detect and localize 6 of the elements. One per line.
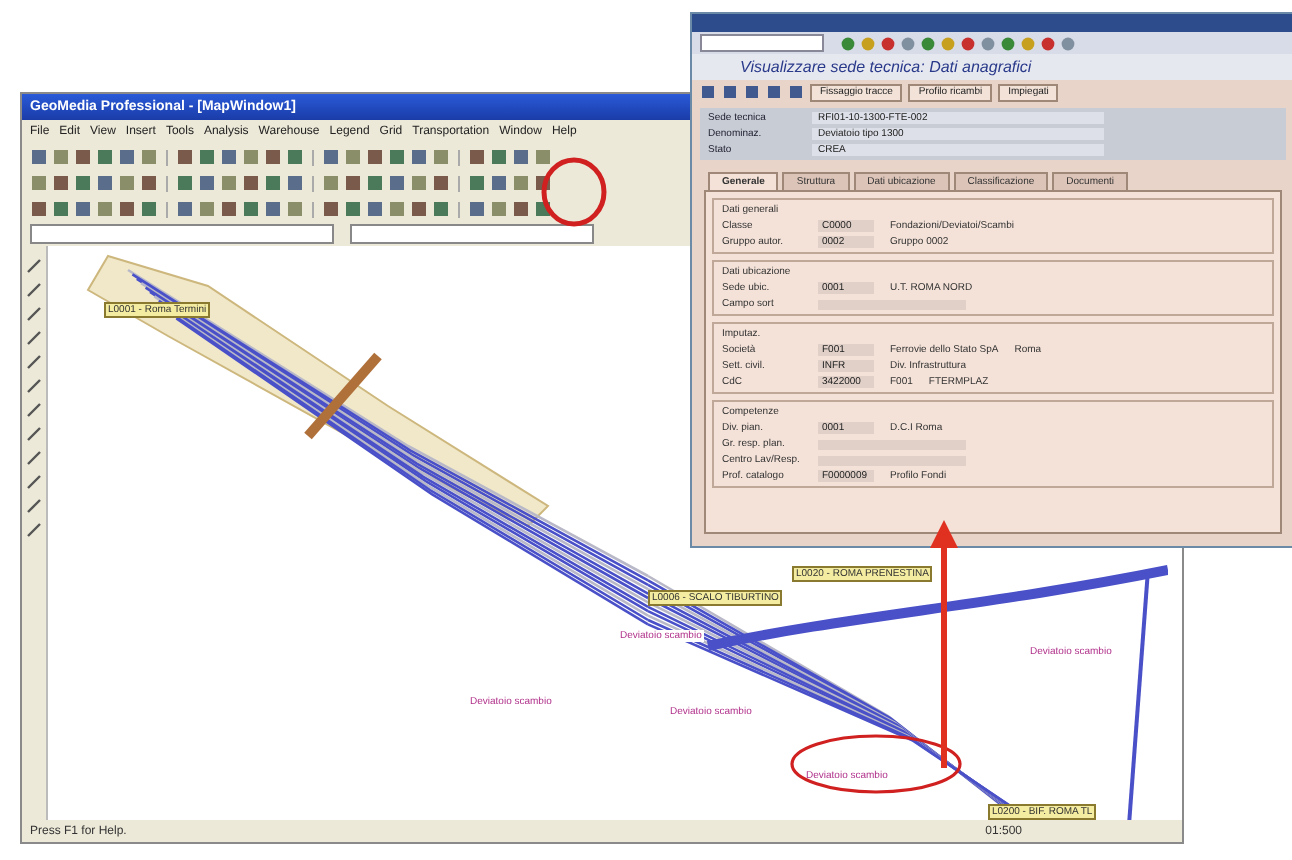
crossing-bar-drawing (304, 352, 382, 440)
coordinate-field[interactable] (350, 224, 594, 244)
command-field[interactable] (700, 34, 824, 52)
screen-title: Visualizzare sede tecnica: Dati anagrafici (692, 54, 1292, 80)
highlight-circle (541, 157, 607, 227)
legend-dropdown[interactable] (30, 224, 334, 244)
